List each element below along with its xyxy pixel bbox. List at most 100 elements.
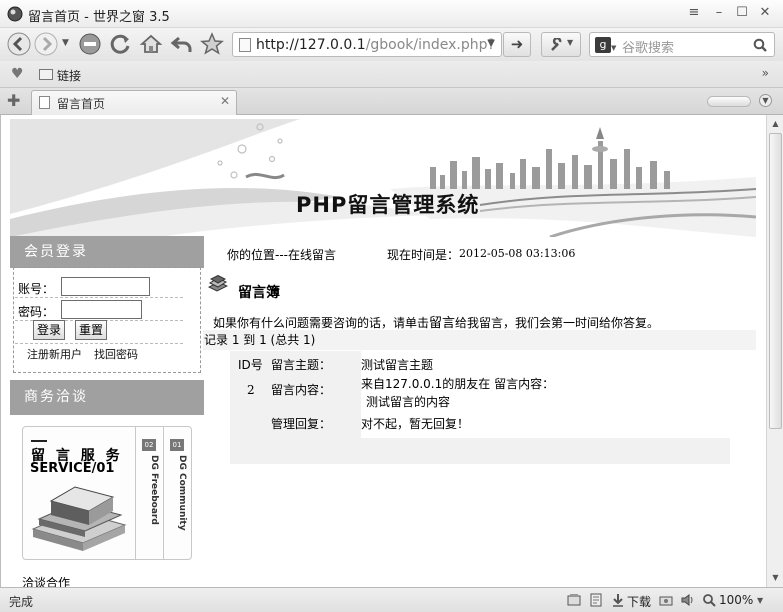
site-banner: PHP留言管理系统 [10,119,756,237]
zoom-level[interactable]: 100% [719,593,753,607]
download-label[interactable]: 下载 [627,593,651,610]
divider [15,343,183,344]
guestbook-title: 留言簿 [238,285,280,301]
address-bar[interactable]: http://127.0.0.1/gbook/index.php? ▼ [232,32,502,57]
account-input[interactable] [61,277,150,296]
menu-icon[interactable]: ≡ [686,5,702,21]
favorites-folder-links[interactable]: 链接 [57,67,81,84]
search-icon[interactable] [753,38,767,52]
time-value: 2012-05-08 03:13:06 [459,247,576,260]
business-header: 商务洽谈 [10,380,204,415]
service-column-freeboard: 02 DG Freeboard [139,433,161,549]
divider [15,297,183,298]
close-window-button[interactable]: ✕ [757,5,773,21]
page-info-icon[interactable] [567,593,581,607]
scrollbar-thumb[interactable] [769,133,782,429]
subject-label: 留言主题： [271,358,332,372]
home-icon[interactable] [139,32,163,56]
login-button[interactable]: 登录 [33,320,66,340]
status-text: 完成 [9,595,34,609]
close-tab-icon[interactable]: ✕ [220,94,230,108]
record-count: 记录 1 到 1 (总共 1) [203,330,756,350]
id-header: ID号 [238,358,263,372]
address-dropdown-icon[interactable]: ▼ [487,38,495,49]
service-subtitle: SERVICE/01 [30,461,115,476]
reply-label: 管理回复： [271,417,332,431]
password-input[interactable] [61,300,142,319]
refresh-icon[interactable] [108,32,132,56]
undo-close-icon[interactable] [170,32,194,56]
page-icon [39,96,50,109]
new-tab-icon[interactable]: ✚ [7,91,20,110]
back-icon[interactable] [7,32,31,56]
scroll-up-icon[interactable]: ▲ [769,117,782,131]
page-icon [239,38,251,52]
favorites-bar: ♥ 链接 » [0,61,783,88]
cooperation-text: 洽谈合作 [22,576,71,587]
tools-button[interactable]: ▼ [541,32,581,57]
tab-bar: ✚ 留言首页 ✕ ▼ [0,88,783,115]
forward-icon[interactable] [34,32,58,56]
speaker-icon[interactable] [680,593,694,607]
reply-value: 对不起，暂无回复！ [361,417,470,431]
download-icon[interactable] [611,593,625,607]
intro-text: 如果你有什么问题需要咨询的话，请单击留言给我留言，我们会第一时间给你答复。 [213,312,659,331]
member-login-header: 会员登录 [10,236,204,268]
subject-value: 测试留言主题 [361,358,434,372]
status-bar: 完成 下载 100% ▼ [0,587,783,612]
tab-label: 留言首页 [57,97,106,111]
zoom-icon[interactable] [702,593,716,607]
navigation-toolbar: ▼ http://127.0.0.1/gbook/index.php? ▼ ➜ … [0,28,783,61]
content-label: 留言内容： [271,383,332,397]
go-button[interactable]: ➜ [503,32,531,57]
history-dropdown-icon[interactable]: ▼ [62,38,69,48]
scroll-down-icon[interactable]: ▼ [769,571,782,585]
arrow-right-icon: ➜ [510,35,524,53]
search-engine-icon[interactable]: g [595,37,611,53]
vertical-scrollbar[interactable]: ▲ ▼ [766,115,783,587]
books-icon [208,275,228,292]
banner-artwork [10,119,756,237]
favorite-star-icon[interactable] [200,32,224,56]
browser-logo-icon [7,6,23,22]
location-breadcrumb: 你的位置---在线留言 [227,248,336,262]
address-text[interactable]: http://127.0.0.1/gbook/index.php? [256,37,495,53]
tab-guestbook-home[interactable]: 留言首页 ✕ [31,90,237,115]
search-input[interactable]: 谷歌搜索 [622,37,674,56]
message-id: 2 [247,383,255,397]
more-chevron-icon[interactable]: » [762,66,769,80]
zoom-dropdown-icon[interactable]: ▼ [757,596,763,605]
divider [163,427,164,559]
divider [31,440,47,442]
message-entry: ID号 留言主题： 测试留言主题 2 留言内容： 来自127.0.0.1的朋友在… [230,351,730,464]
password-label: 密码： [18,305,55,319]
column-text: DG Community [177,455,187,531]
page-viewport: PHP留言管理系统 会员登录 账号： 密码： 登录 重置 注册新用户 找回密码 … [0,115,783,587]
service-column-community: 01 DG Community [167,433,189,549]
folder-icon [39,69,53,80]
title-bar: 留言首页 - 世界之窗 3.5 ≡ – ☐ ✕ [0,0,783,28]
document-icon[interactable] [589,593,603,607]
stop-icon[interactable] [78,32,102,56]
window-title: 留言首页 - 世界之窗 3.5 [28,10,170,25]
leave-message-link[interactable]: 留言 [429,316,455,331]
intro-suffix: 给我留言，我们会第一时间给你答复。 [455,316,660,330]
content-line-1: 来自127.0.0.1的朋友在 留言内容： [361,377,555,391]
service-card[interactable]: 留 言 服 务 SERVICE/01 02 DG Freeboard 01 DG… [22,426,192,560]
engine-dropdown-icon[interactable]: ▼ [611,44,616,52]
time-label: 现在时间是： [387,248,460,262]
search-box[interactable]: g ▼ 谷歌搜索 [589,32,775,57]
register-link[interactable]: 注册新用户 [27,346,82,362]
content-line-2: 测试留言的内容 [366,395,451,409]
heart-icon[interactable]: ♥ [11,66,24,82]
screenshot-icon[interactable] [659,593,673,607]
maximize-button[interactable]: ☐ [734,5,750,21]
recover-password-link[interactable]: 找回密码 [94,346,138,362]
column-number: 02 [142,439,156,451]
column-number: 01 [170,439,184,451]
tab-list-dropdown-icon[interactable]: ▼ [759,94,772,107]
tab-scroller[interactable] [707,96,751,107]
books-illustration [31,486,127,551]
minimize-button[interactable]: – [711,5,727,21]
reset-button[interactable]: 重置 [75,320,108,340]
